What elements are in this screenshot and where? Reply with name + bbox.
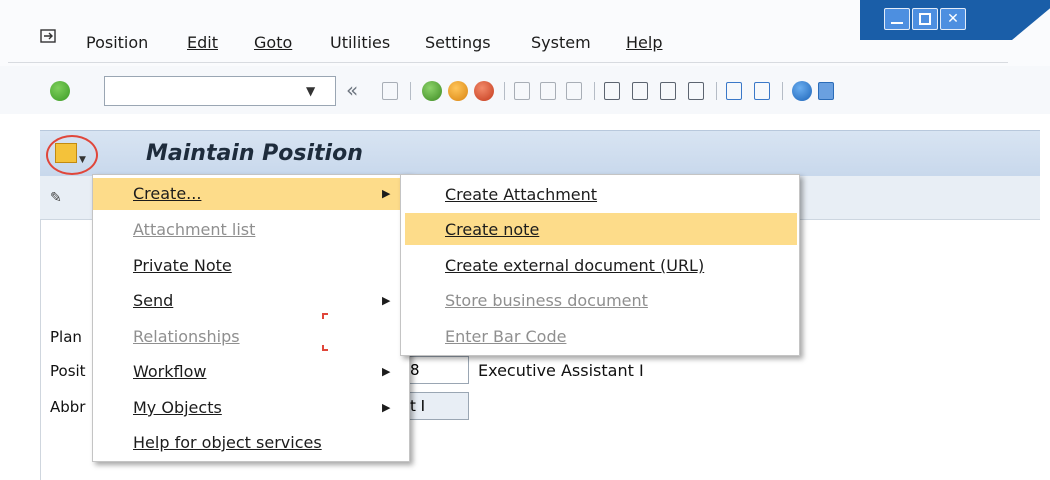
minimize-button[interactable] [884,8,910,30]
toolbar-separator [716,82,717,100]
menu-bar-divider [8,62,1008,63]
page-title: Maintain Position [146,141,363,166]
plan-version-label: Plan [50,328,82,346]
maximize-button[interactable] [912,8,938,30]
toolbar-separator [594,82,595,100]
menu-item-relationships[interactable]: Relationships [133,327,240,347]
close-button[interactable]: ✕ [940,8,966,30]
submenu-arrow-icon: ▶ [382,365,391,378]
object-services-menu [92,174,410,462]
menu-utilities[interactable]: Utilities [330,33,390,53]
submenu-arrow-icon: ▶ [382,401,391,414]
services-for-object-icon[interactable] [55,143,77,163]
layout-menu-icon[interactable] [818,82,834,100]
menu-arrow-icon[interactable] [40,29,56,43]
first-page-icon[interactable] [604,82,620,100]
help-icon[interactable] [792,81,812,101]
menu-settings[interactable]: Settings [425,33,491,53]
last-page-icon[interactable] [688,82,704,100]
annotation-corner-mark [322,345,328,351]
toolbar-separator [504,82,505,100]
menu-item-private-note[interactable]: Private Note [133,256,232,276]
next-page-icon[interactable] [660,82,676,100]
menu-help[interactable]: Help [626,33,662,53]
new-session-icon[interactable] [726,82,742,100]
menu-item-workflow[interactable]: Workflow [133,362,206,382]
submenu-item-store-business-document[interactable]: Store business document [445,291,648,311]
position-id-field[interactable]: 8 [405,356,469,384]
menu-edit[interactable]: Edit [187,33,218,53]
menu-item-attachment-list[interactable]: Attachment list [133,220,255,240]
menu-position[interactable]: Position [86,33,148,53]
position-label: Posit [50,362,86,380]
back-icon[interactable] [422,81,442,101]
display-change-icon[interactable]: ✎ [50,190,62,206]
menu-goto[interactable]: Goto [254,33,292,53]
exit-icon[interactable] [448,81,468,101]
chevron-down-icon[interactable]: ▼ [306,84,315,98]
abbreviation-field[interactable]: t I [405,392,469,420]
toolbar-separator [410,82,411,100]
print-icon[interactable] [514,82,530,100]
menu-item-my-objects[interactable]: My Objects [133,398,222,418]
save-icon[interactable] [382,82,398,100]
find-icon[interactable] [540,82,556,100]
submenu-item-enter-bar-code[interactable]: Enter Bar Code [445,327,566,347]
cancel-icon[interactable] [474,81,494,101]
previous-page-icon[interactable] [632,82,648,100]
submenu-arrow-icon: ▶ [382,294,391,307]
annotation-corner-mark [322,313,328,319]
position-description: Executive Assistant I [478,361,644,380]
enter-check-icon[interactable] [50,81,70,101]
menu-system[interactable]: System [531,33,591,53]
minimize-icon [891,22,903,24]
submenu-arrow-icon: ▶ [382,187,391,200]
submenu-item-create-external-document[interactable]: Create external document (URL) [445,256,704,276]
menu-item-send[interactable]: Send [133,291,173,311]
close-icon: ✕ [947,11,959,27]
shortcut-icon[interactable] [754,82,770,100]
menu-item-create[interactable]: Create... [133,184,201,204]
toolbar-separator [782,82,783,100]
command-field[interactable] [104,76,336,106]
abbreviation-label: Abbr [50,398,86,416]
maximize-icon [919,13,931,25]
chevron-down-icon[interactable]: ▼ [79,155,86,165]
find-next-icon[interactable] [566,82,582,100]
submenu-item-create-attachment[interactable]: Create Attachment [445,185,597,205]
submenu-item-create-note[interactable]: Create note [445,220,539,240]
menu-item-help-object-services[interactable]: Help for object services [133,433,322,453]
double-chevron-left-icon[interactable]: « [346,78,358,102]
